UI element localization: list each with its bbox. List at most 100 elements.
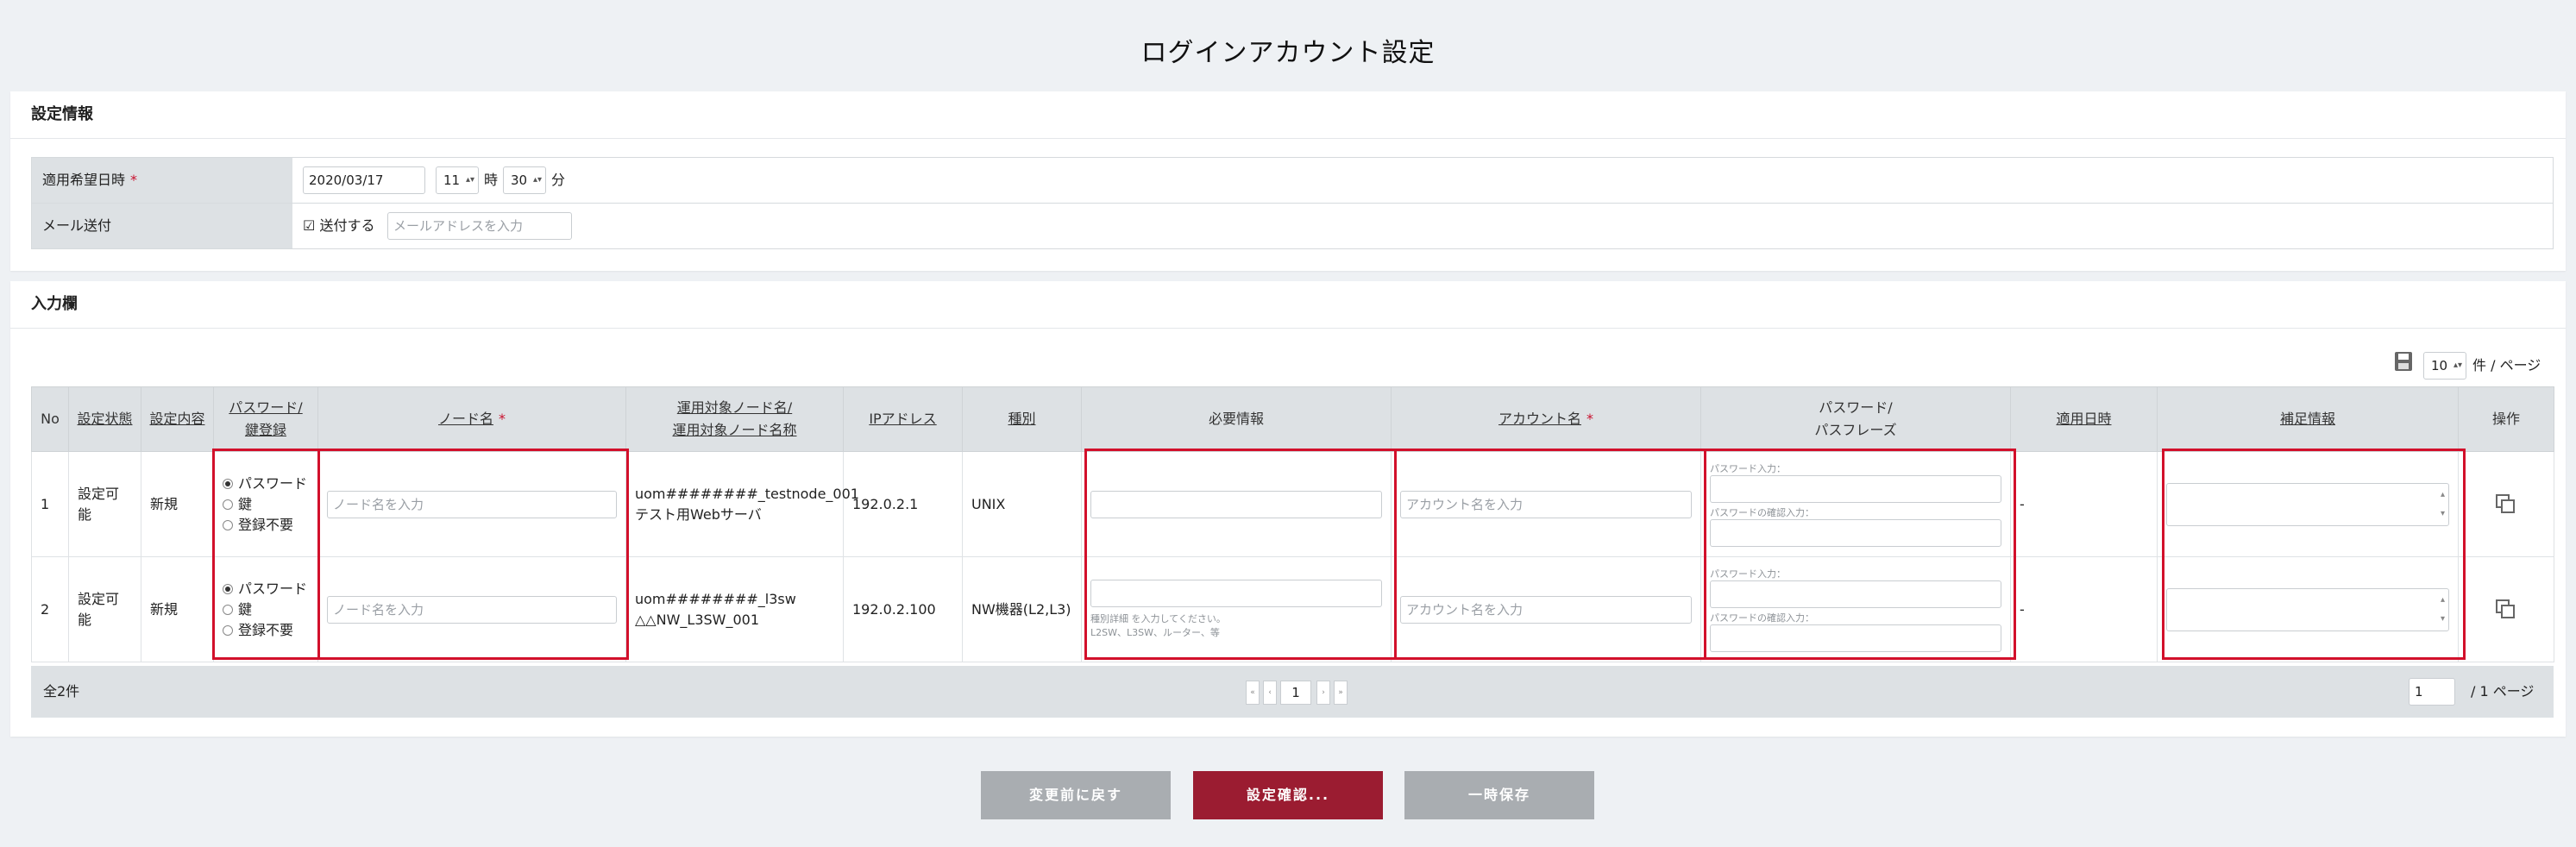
prev-page-button[interactable]: ‹ xyxy=(1263,681,1277,705)
col-node-label: ノード名 xyxy=(437,411,493,427)
row-note-cell: ▴ ▾ xyxy=(2157,451,2459,557)
table-header-row: No 設定状態 設定内容 パスワード/鍵登録 ノード名 * 運用対象ノード名/運用… xyxy=(31,386,2554,452)
spinner-icon: ▴▾ xyxy=(465,175,474,185)
per-page-unit: 件 / ページ xyxy=(2472,357,2541,373)
row-target-cell: uom########_l3sw △△NW_L3SW_001 xyxy=(625,556,844,662)
scroll-arrows-icon: ▴ ▾ xyxy=(2440,594,2445,624)
mail-placeholder: メールアドレスを入力 xyxy=(393,218,524,234)
radio-selected-icon xyxy=(223,583,233,594)
note-textarea[interactable]: ▴ ▾ xyxy=(2166,587,2449,631)
hour-select[interactable]: 11 ▴▾ xyxy=(436,166,479,194)
row-account-cell: アカウント名を入力 xyxy=(1391,556,1701,662)
radio-key-label: 鍵 xyxy=(238,495,253,512)
row-target-label: △△NW_L3SW_001 xyxy=(635,611,760,628)
copy-icon[interactable] xyxy=(2496,493,2516,515)
hour-unit: 時 xyxy=(484,172,499,188)
col-password-line2: パスフレーズ xyxy=(1814,422,1897,438)
export-icon[interactable] xyxy=(2395,352,2412,371)
row-ip: 192.0.2.100 xyxy=(843,556,963,662)
copy-icon[interactable] xyxy=(2496,599,2516,620)
row-operation-cell xyxy=(2458,451,2554,557)
date-label-cell: 適用希望日時 * xyxy=(32,158,292,203)
row-type: NW機器(L2,L3) xyxy=(962,556,1082,662)
node-name-input[interactable]: ノード名を入力 xyxy=(327,595,617,624)
col-target[interactable]: 運用対象ノード名/運用対象ノード名称 xyxy=(625,386,844,452)
col-type[interactable]: 種別 xyxy=(962,386,1082,452)
row-content: 新規 xyxy=(141,556,214,662)
password-confirm-input[interactable] xyxy=(1710,624,2001,652)
row-password-cell: パスワード入力： パスワードの確認入力： xyxy=(1700,451,2011,557)
col-ip-label: IPアドレス xyxy=(869,411,937,427)
pw-confirm-label: パスワードの確認入力： xyxy=(1710,506,1814,518)
date-input[interactable]: 2020/03/17 xyxy=(303,166,425,194)
col-password: パスワード/パスフレーズ xyxy=(1700,386,2011,452)
send-checkbox-label: 送付する xyxy=(319,217,375,234)
row-pw-key-radios: パスワード 鍵 登録不要 xyxy=(213,451,318,557)
node-name-input[interactable]: ノード名を入力 xyxy=(327,490,617,518)
col-content-label: 設定内容 xyxy=(149,411,205,427)
col-password-line1: パスワード/ xyxy=(1819,399,1893,416)
password-confirm-input[interactable] xyxy=(1710,518,2001,547)
table-row: 1 設定可能 新規 パスワード 鍵 登録不要 ノード名を入力 uom######… xyxy=(31,451,2554,557)
last-page-button[interactable]: » xyxy=(1334,681,1348,705)
col-account[interactable]: アカウント名 * xyxy=(1391,386,1701,452)
row-target-label: テスト用Webサーバ xyxy=(635,505,762,523)
radio-none-option[interactable]: 登録不要 xyxy=(223,620,309,641)
col-applied[interactable]: 適用日時 xyxy=(2010,386,2158,452)
radio-none-label: 登録不要 xyxy=(238,621,294,638)
row-target-name: uom########_l3sw xyxy=(635,590,796,607)
account-name-input[interactable]: アカウント名を入力 xyxy=(1400,490,1692,518)
pagination-bar: 全2件 « ‹ 1 › » 1 / 1 ページ xyxy=(31,666,2554,718)
row-ip: 192.0.2.1 xyxy=(843,451,963,557)
col-node[interactable]: ノード名 * xyxy=(317,386,626,452)
account-name-input[interactable]: アカウント名を入力 xyxy=(1400,595,1692,624)
current-page[interactable]: 1 xyxy=(1280,681,1311,705)
required-hint: 種別詳細 を入力してください。 L2SW、L3SW、ルーター、等 xyxy=(1090,612,1382,640)
required-info-input[interactable] xyxy=(1090,579,1382,607)
radio-key-option[interactable]: 鍵 xyxy=(223,494,309,515)
col-note[interactable]: 補足情報 xyxy=(2157,386,2459,452)
col-note-label: 補足情報 xyxy=(2279,411,2335,427)
col-content[interactable]: 設定内容 xyxy=(141,386,214,452)
password-input[interactable] xyxy=(1710,580,2001,608)
col-status[interactable]: 設定状態 xyxy=(68,386,141,452)
col-pw-key[interactable]: パスワード/鍵登録 xyxy=(213,386,318,452)
first-page-button[interactable]: « xyxy=(1246,681,1260,705)
next-page-button[interactable]: › xyxy=(1316,681,1330,705)
settings-panel: 設定情報 適用希望日時 * 2020/03/17 11 ▴▾ 時 30 ▴▾ 分 メー… xyxy=(10,91,2566,271)
row-status: 設定可能 xyxy=(68,556,141,662)
revert-button[interactable]: 変更前に戻す xyxy=(981,771,1171,819)
temp-save-button[interactable]: 一時保存 xyxy=(1404,771,1594,819)
col-ip[interactable]: IPアドレス xyxy=(843,386,963,452)
radio-password-option[interactable]: パスワード xyxy=(223,579,309,599)
spinner-icon: ▴▾ xyxy=(532,175,542,185)
send-checkbox[interactable]: ☑ 送付する xyxy=(303,212,374,240)
radio-icon xyxy=(223,604,233,615)
row-node-cell: ノード名を入力 xyxy=(317,556,626,662)
row-note-cell: ▴ ▾ xyxy=(2157,556,2459,662)
password-input[interactable] xyxy=(1710,474,2001,503)
minute-select[interactable]: 30 ▴▾ xyxy=(503,166,546,194)
page-number-input[interactable]: 1 xyxy=(2409,678,2455,706)
row-password-cell: パスワード入力： パスワードの確認入力： xyxy=(1700,556,2011,662)
note-textarea[interactable]: ▴ ▾ xyxy=(2166,482,2449,526)
col-account-label: アカウント名 xyxy=(1498,411,1581,427)
radio-none-option[interactable]: 登録不要 xyxy=(223,515,309,536)
account-table-wrap: No 設定状態 設定内容 パスワード/鍵登録 ノード名 * 運用対象ノード名/運用… xyxy=(31,386,2554,662)
per-page-value: 10 xyxy=(2431,358,2448,373)
confirm-button[interactable]: 設定確認... xyxy=(1193,771,1383,819)
radio-password-option[interactable]: パスワード xyxy=(223,474,309,494)
required-mark: * xyxy=(1586,411,1593,427)
mail-label: メール送付 xyxy=(32,204,292,248)
row-no: 1 xyxy=(31,451,69,557)
required-info-input[interactable] xyxy=(1090,490,1382,518)
minute-value: 30 xyxy=(511,173,528,188)
minute-unit: 分 xyxy=(551,172,566,188)
mail-address-input[interactable]: メールアドレスを入力 xyxy=(387,212,572,240)
scroll-arrows-icon: ▴ ▾ xyxy=(2440,489,2445,518)
account-table: No 設定状態 設定内容 パスワード/鍵登録 ノード名 * 運用対象ノード名/運用… xyxy=(31,386,2554,662)
col-operation: 操作 xyxy=(2458,386,2554,452)
radio-key-option[interactable]: 鍵 xyxy=(223,599,309,620)
required-hint-line1: 種別詳細 を入力してください。 xyxy=(1090,612,1226,624)
per-page-select[interactable]: 10 ▴▾ xyxy=(2423,352,2466,380)
